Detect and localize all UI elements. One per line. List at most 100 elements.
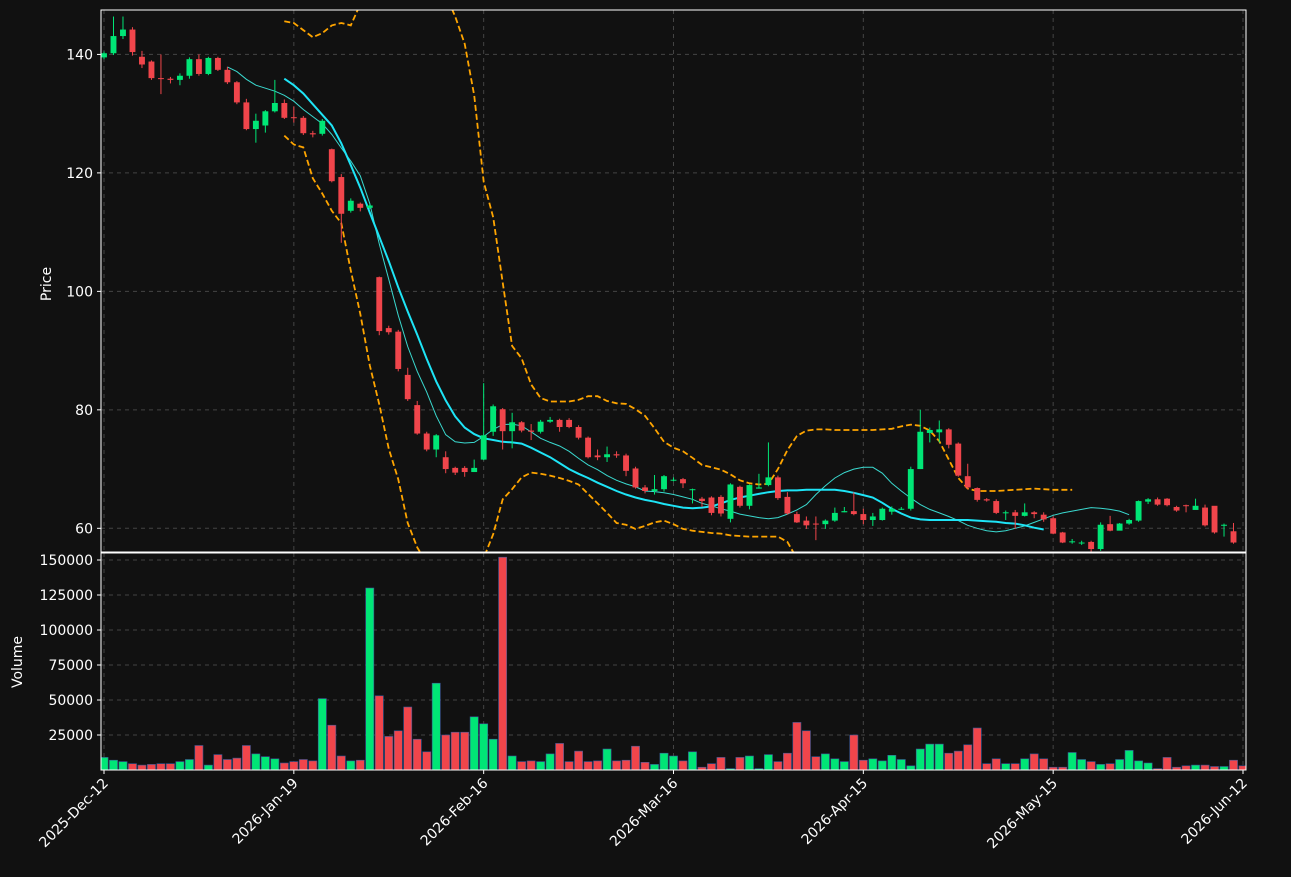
volume-bar <box>982 763 992 770</box>
volume-bar <box>1181 765 1191 770</box>
candle-body <box>898 508 905 510</box>
volume-bar <box>118 761 128 770</box>
volume-bar <box>1124 750 1134 770</box>
volume-bar <box>1200 764 1210 770</box>
candle-body <box>1135 501 1142 521</box>
volume-bar <box>1210 766 1219 770</box>
candle-body <box>120 29 126 37</box>
volume-bar <box>678 760 688 770</box>
candle-body <box>176 75 183 80</box>
candle-body <box>1069 541 1076 543</box>
volume-bar <box>1039 758 1049 770</box>
volume-bar <box>517 761 527 770</box>
volume-bar <box>536 761 545 770</box>
candle-body <box>385 328 392 333</box>
volume-bar <box>460 731 470 770</box>
candle-body <box>594 455 601 458</box>
candle-body <box>736 486 743 506</box>
volume-tick-label: 100000 <box>40 623 93 639</box>
candlestick-chart: 60 80 100 120 140 25000 50000 75000 100000 125000… <box>0 0 1291 873</box>
volume-bar <box>479 723 489 770</box>
candle-body <box>366 205 373 208</box>
candle-body <box>1173 506 1180 511</box>
candle-body <box>651 489 658 491</box>
volume-tick-label: 150000 <box>40 553 93 569</box>
candle-body <box>955 443 962 476</box>
volume-bar <box>185 759 194 770</box>
volume-bar <box>839 761 849 770</box>
volume-bar <box>555 743 564 770</box>
candle-body <box>907 469 914 509</box>
volume-bar <box>621 759 631 770</box>
volume-bar <box>346 760 356 770</box>
candle-body <box>309 133 316 135</box>
volume-bar <box>1115 759 1124 770</box>
volume-bar <box>147 764 156 770</box>
candle-body <box>993 501 1000 513</box>
volume-bar <box>707 763 716 770</box>
volume-bar <box>213 754 223 770</box>
volume-bar <box>792 722 802 770</box>
volume-bar <box>849 734 859 770</box>
volume-axis-label: Volume <box>10 636 26 688</box>
candle-body <box>129 29 136 53</box>
volume-bar <box>374 695 384 770</box>
candle-body <box>850 511 857 515</box>
candle-body <box>1192 505 1199 510</box>
candle-body <box>139 56 145 65</box>
volume-bar <box>488 738 498 770</box>
candle-body <box>499 409 506 432</box>
candle-body <box>556 419 563 428</box>
candle-body <box>1012 512 1019 516</box>
candle-body <box>328 149 335 182</box>
candle-body <box>1164 498 1171 506</box>
volume-bar <box>716 757 726 770</box>
candle-body <box>186 59 193 76</box>
volume-bar <box>991 758 1001 770</box>
candle-body <box>252 120 259 130</box>
price-tick-label: 100 <box>66 284 93 300</box>
candle-body <box>661 476 667 490</box>
candle-body <box>793 514 800 523</box>
volume-bar <box>593 760 602 770</box>
volume-bar <box>507 755 517 770</box>
candle-body <box>376 277 383 332</box>
candle-body <box>214 57 221 70</box>
candle-body <box>1031 512 1038 515</box>
volume-bar <box>631 745 640 770</box>
volume-bar <box>545 753 555 770</box>
volume-bar <box>393 730 403 770</box>
candle-body <box>945 429 952 445</box>
candle-body <box>1183 505 1189 507</box>
volume-bar <box>1162 757 1172 770</box>
candle-body <box>1097 524 1104 550</box>
candle-body <box>718 496 724 514</box>
candle-body <box>537 421 544 432</box>
volume-bar <box>1020 758 1030 770</box>
volume-bar <box>327 724 337 770</box>
candle-body <box>841 511 848 513</box>
price-tick-label: 140 <box>66 47 93 63</box>
candle-body <box>1088 541 1095 550</box>
volume-bar <box>877 760 887 770</box>
volume-bar <box>1086 761 1096 770</box>
volume-bar <box>830 758 840 770</box>
volume-bar <box>498 556 508 770</box>
candle-body <box>623 455 629 471</box>
candle-body <box>395 331 402 369</box>
volume-bar <box>953 750 963 770</box>
price-axis-label: Price <box>39 267 55 301</box>
volume-bar <box>735 757 745 770</box>
candle-body <box>822 520 829 525</box>
candle-body <box>471 467 478 473</box>
candle-body <box>205 57 212 74</box>
candle-body <box>357 203 364 208</box>
candle-body <box>528 430 535 432</box>
candle-body <box>347 200 354 211</box>
volume-bar <box>137 764 147 770</box>
volume-bar <box>223 759 232 770</box>
candle-body <box>1202 507 1208 526</box>
volume-bar <box>574 750 583 770</box>
volume-bar <box>298 759 308 770</box>
candle-body <box>670 479 677 481</box>
